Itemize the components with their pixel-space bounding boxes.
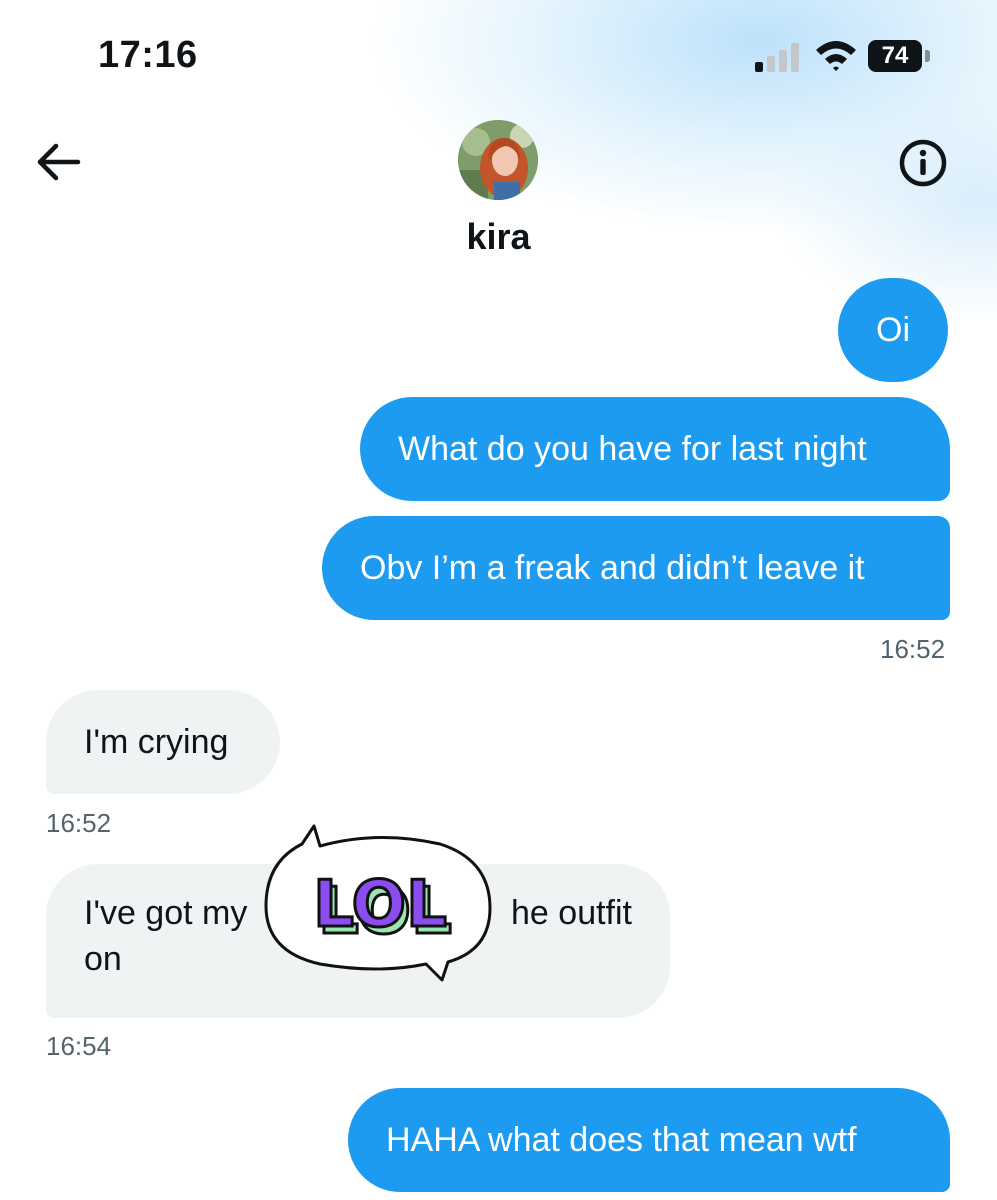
message-text-start: I've got my [84, 894, 248, 932]
message-text: I'm crying [84, 723, 229, 761]
message-text: HAHA what does that mean wtf [386, 1121, 857, 1159]
battery-tip [925, 50, 930, 62]
message-text: Oi [876, 311, 910, 349]
sticker-text: LOL [313, 868, 447, 942]
message-text-end: he outfit [511, 894, 632, 932]
message-text: What do you have for last night [398, 430, 867, 468]
battery-level: 74 [881, 42, 909, 69]
cellular-signal-icon [755, 43, 799, 72]
message-bubble-outgoing[interactable]: HAHA what does that mean wtf [348, 1088, 950, 1192]
conversation-name[interactable]: kira [0, 216, 997, 258]
message-bubble-outgoing[interactable]: Obv I’m a freak and didn’t leave it [322, 516, 950, 620]
conversation-header: kira [0, 110, 997, 270]
wifi-icon [816, 41, 856, 71]
lol-sticker[interactable]: LOL LOL [258, 822, 498, 992]
info-icon[interactable] [898, 138, 948, 188]
battery-icon: 74 [868, 40, 922, 72]
message-bubble-outgoing[interactable]: Oi [838, 278, 948, 382]
status-time: 17:16 [98, 34, 198, 76]
back-arrow-icon[interactable] [34, 140, 82, 184]
message-timestamp: 16:54 [46, 1031, 112, 1061]
message-timestamp: 16:52 [880, 634, 946, 664]
message-timestamp: 16:52 [46, 808, 112, 838]
avatar[interactable] [458, 120, 538, 200]
avatar-image [458, 120, 538, 200]
message-bubble-incoming[interactable]: I'm crying [46, 690, 280, 794]
message-bubble-outgoing[interactable]: What do you have for last night [360, 397, 950, 501]
status-bar: 17:16 74 [0, 0, 997, 110]
message-text: Obv I’m a freak and didn’t leave it [360, 549, 865, 587]
